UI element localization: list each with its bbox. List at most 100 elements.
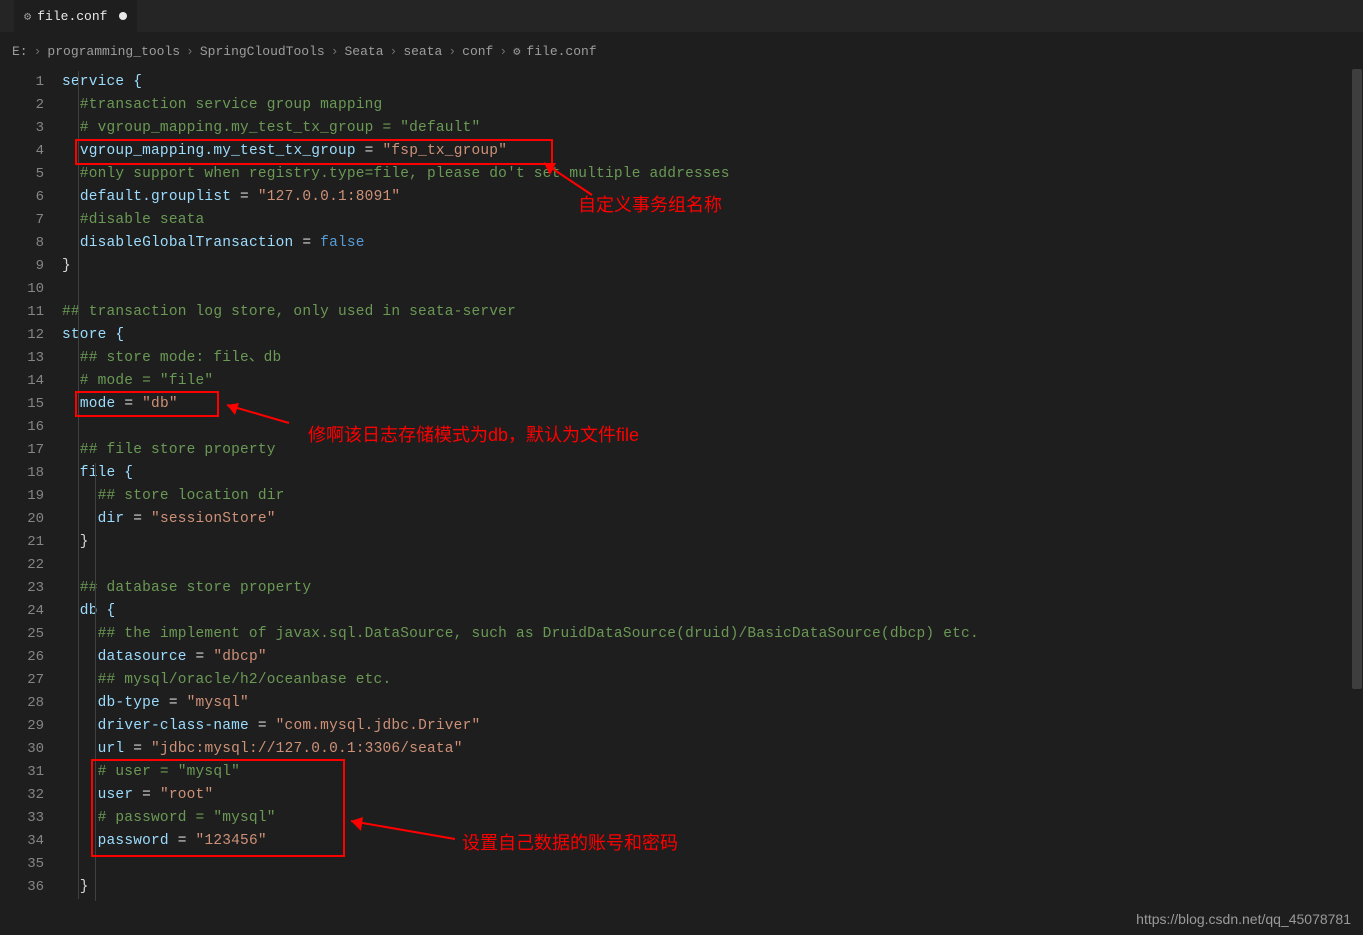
line-number: 26 <box>0 646 62 669</box>
line-number: 22 <box>0 554 62 577</box>
breadcrumb-item[interactable]: SpringCloudTools <box>200 44 325 59</box>
line-number: 1 <box>0 71 62 94</box>
breadcrumb-item[interactable]: programming_tools <box>47 44 180 59</box>
line-number: 33 <box>0 807 62 830</box>
line-number: 4 <box>0 140 62 163</box>
code-line: default.grouplist = "127.0.0.1:8091" <box>62 186 1363 209</box>
code-line: dir = "sessionStore" <box>62 508 1363 531</box>
code-line: } <box>62 255 1363 278</box>
code-line: disableGlobalTransaction = false <box>62 232 1363 255</box>
code-line: datasource = "dbcp" <box>62 646 1363 669</box>
code-line: } <box>62 531 1363 554</box>
line-number: 14 <box>0 370 62 393</box>
code-line: # password = "mysql" <box>62 807 1363 830</box>
code-line: ## database store property <box>62 577 1363 600</box>
line-number: 7 <box>0 209 62 232</box>
line-number: 36 <box>0 876 62 899</box>
code-line <box>62 416 1363 439</box>
code-line: mode = "db" <box>62 393 1363 416</box>
line-number: 24 <box>0 600 62 623</box>
code-line: ## the implement of javax.sql.DataSource… <box>62 623 1363 646</box>
code-line: } <box>62 876 1363 899</box>
code-line: ## file store property <box>62 439 1363 462</box>
indent-guide <box>78 71 79 899</box>
line-number: 18 <box>0 462 62 485</box>
chevron-right-icon: › <box>499 44 507 59</box>
line-number: 8 <box>0 232 62 255</box>
line-number: 28 <box>0 692 62 715</box>
chevron-right-icon: › <box>331 44 339 59</box>
line-number: 16 <box>0 416 62 439</box>
code-line <box>62 853 1363 876</box>
tab-file-conf[interactable]: ⚙ file.conf <box>14 0 138 32</box>
line-number: 25 <box>0 623 62 646</box>
code-line: user = "root" <box>62 784 1363 807</box>
chevron-right-icon: › <box>34 44 42 59</box>
line-number: 21 <box>0 531 62 554</box>
editor-area[interactable]: 1 2 3 4 5 6 7 8 9 10 11 12 13 14 15 16 1… <box>0 69 1363 935</box>
gear-icon: ⚙ <box>513 44 520 59</box>
chevron-right-icon: › <box>448 44 456 59</box>
line-number: 12 <box>0 324 62 347</box>
line-number: 9 <box>0 255 62 278</box>
breadcrumb-item[interactable]: E: <box>12 44 28 59</box>
scrollbar-thumb[interactable] <box>1352 69 1362 689</box>
line-number: 23 <box>0 577 62 600</box>
breadcrumb-item[interactable]: conf <box>462 44 493 59</box>
indent-guide <box>95 463 96 901</box>
chevron-right-icon: › <box>186 44 194 59</box>
line-number: 35 <box>0 853 62 876</box>
code-line <box>62 278 1363 301</box>
breadcrumb: E: › programming_tools › SpringCloudTool… <box>0 33 1363 69</box>
code-line: service { <box>62 71 1363 94</box>
code-line: #disable seata <box>62 209 1363 232</box>
breadcrumb-item[interactable]: seata <box>403 44 442 59</box>
code-line <box>62 554 1363 577</box>
line-number: 32 <box>0 784 62 807</box>
code-line: vgroup_mapping.my_test_tx_group = "fsp_t… <box>62 140 1363 163</box>
code-line: # user = "mysql" <box>62 761 1363 784</box>
code-line: ## transaction log store, only used in s… <box>62 301 1363 324</box>
code-line: url = "jdbc:mysql://127.0.0.1:3306/seata… <box>62 738 1363 761</box>
code-line: #only support when registry.type=file, p… <box>62 163 1363 186</box>
tab-label: file.conf <box>37 9 107 24</box>
line-number: 31 <box>0 761 62 784</box>
line-number: 13 <box>0 347 62 370</box>
editor-window: ⚙ file.conf E: › programming_tools › Spr… <box>0 0 1363 935</box>
line-number: 6 <box>0 186 62 209</box>
chevron-right-icon: › <box>390 44 398 59</box>
line-number-gutter: 1 2 3 4 5 6 7 8 9 10 11 12 13 14 15 16 1… <box>0 69 62 899</box>
line-number: 20 <box>0 508 62 531</box>
code-line: driver-class-name = "com.mysql.jdbc.Driv… <box>62 715 1363 738</box>
code-line: file { <box>62 462 1363 485</box>
line-number: 15 <box>0 393 62 416</box>
line-number: 27 <box>0 669 62 692</box>
unsaved-dot-icon <box>119 12 127 20</box>
line-number: 5 <box>0 163 62 186</box>
code-line: # vgroup_mapping.my_test_tx_group = "def… <box>62 117 1363 140</box>
code-line: ## store mode: file、db <box>62 347 1363 370</box>
line-number: 19 <box>0 485 62 508</box>
line-number: 30 <box>0 738 62 761</box>
line-number: 34 <box>0 830 62 853</box>
line-number: 17 <box>0 439 62 462</box>
code-line: db-type = "mysql" <box>62 692 1363 715</box>
line-number: 10 <box>0 278 62 301</box>
line-number: 11 <box>0 301 62 324</box>
code-editor[interactable]: service { #transaction service group map… <box>62 69 1363 899</box>
breadcrumb-leaf[interactable]: file.conf <box>526 44 596 59</box>
code-line: store { <box>62 324 1363 347</box>
line-number: 2 <box>0 94 62 117</box>
tab-bar: ⚙ file.conf <box>0 0 1363 33</box>
code-line: ## mysql/oracle/h2/oceanbase etc. <box>62 669 1363 692</box>
code-line: # mode = "file" <box>62 370 1363 393</box>
breadcrumb-item[interactable]: Seata <box>345 44 384 59</box>
code-line: db { <box>62 600 1363 623</box>
gear-icon: ⚙ <box>24 9 31 24</box>
code-line: password = "123456" <box>62 830 1363 853</box>
code-line: ## store location dir <box>62 485 1363 508</box>
line-number: 3 <box>0 117 62 140</box>
code-line: #transaction service group mapping <box>62 94 1363 117</box>
watermark-text: https://blog.csdn.net/qq_45078781 <box>1136 911 1351 927</box>
vertical-scrollbar[interactable] <box>1351 69 1363 935</box>
